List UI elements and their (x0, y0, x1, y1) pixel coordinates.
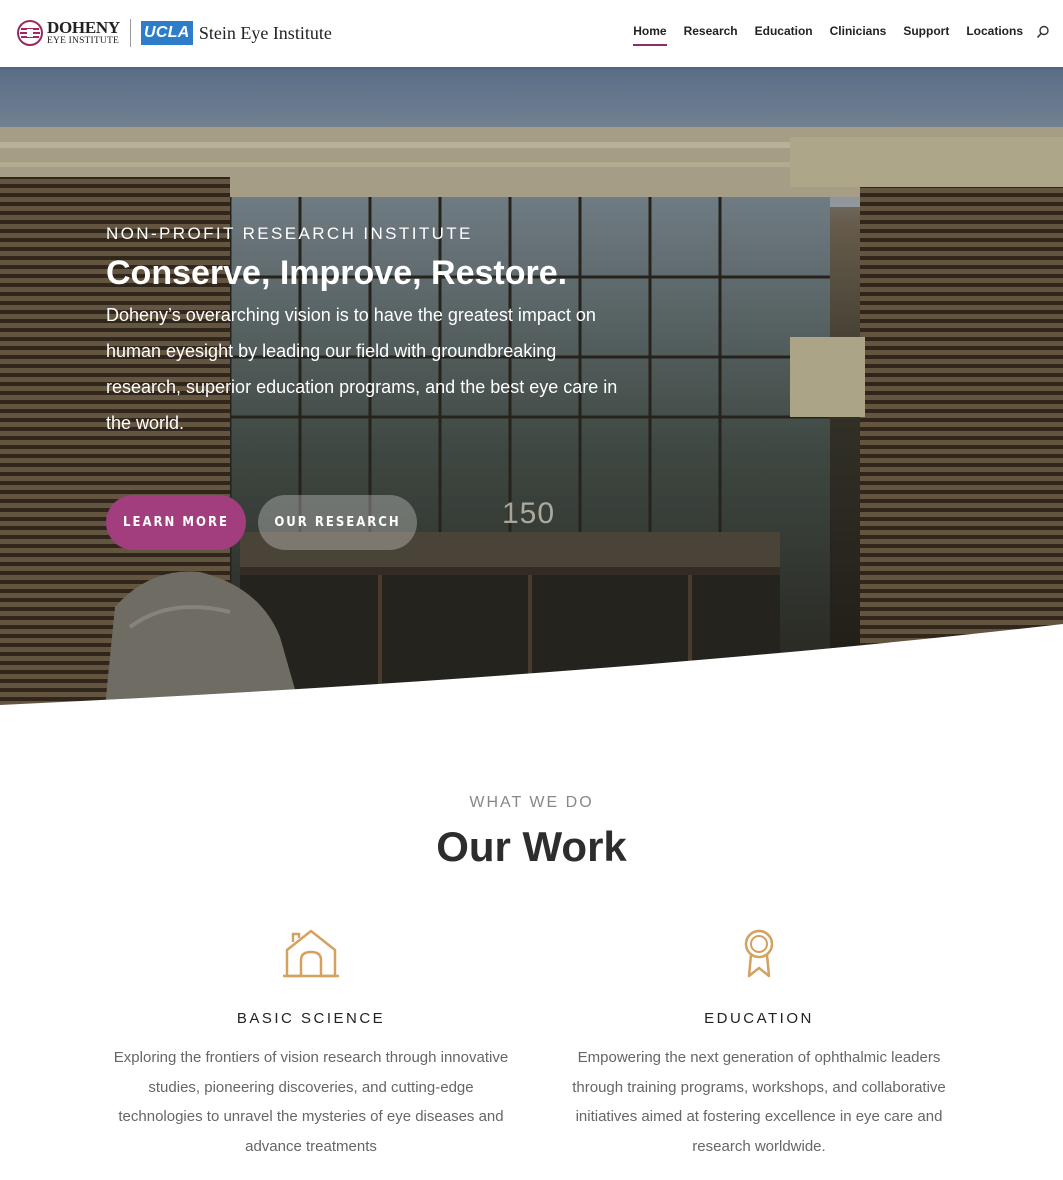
main-nav: Home Research Education Clinicians Suppo… (616, 24, 1023, 46)
stein-wordmark: Stein Eye Institute (198, 22, 332, 43)
nav-locations[interactable]: Locations (966, 24, 1023, 46)
site-header: DOHENY EYE INSTITUTE UCLA Stein Eye Inst… (0, 0, 1063, 67)
nav-clinicians[interactable]: Clinicians (830, 24, 887, 46)
card-basic-science[interactable]: BASIC SCIENCE Exploring the frontiers of… (111, 928, 511, 1161)
ucla-logo: UCLA (140, 21, 193, 45)
award-ribbon-icon (559, 928, 959, 980)
nav-support[interactable]: Support (903, 24, 949, 46)
doheny-name: DOHENY (47, 18, 120, 38)
building-number: 150 (502, 497, 556, 530)
nav-education[interactable]: Education (755, 24, 813, 46)
card-title: BASIC SCIENCE (236, 1010, 386, 1027)
section-eyebrow: WHAT WE DO (469, 794, 594, 811)
card-text: Empowering the next generation of ophtha… (572, 1049, 946, 1155)
logo[interactable]: DOHENY EYE INSTITUTE UCLA Stein Eye Inst… (17, 17, 332, 49)
doheny-logo-icon (17, 20, 43, 46)
search-icon[interactable] (1036, 25, 1050, 39)
learn-more-button[interactable]: LEARN MORE (106, 495, 246, 550)
doheny-subname: EYE INSTITUTE (47, 36, 119, 47)
our-research-button[interactable]: OUR RESEARCH (258, 495, 417, 550)
nav-research[interactable]: Research (684, 24, 738, 46)
card-text: Exploring the frontiers of vision resear… (113, 1049, 509, 1155)
house-icon (111, 928, 511, 980)
hero-content: NON-PROFIT RESEARCH INSTITUTE Conserve, … (106, 224, 646, 441)
hero-banner: NON-PROFIT RESEARCH INSTITUTE Conserve, … (0, 67, 1063, 707)
section-title: Our Work (436, 823, 627, 870)
hero-description: Doheny’s overarching vision is to have t… (106, 305, 618, 433)
logo-divider (129, 19, 131, 47)
doheny-wordmark: DOHENY EYE INSTITUTE (47, 19, 120, 47)
nav-home[interactable]: Home (633, 24, 667, 46)
card-education[interactable]: EDUCATION Empowering the next generation… (559, 928, 959, 1161)
hero-eyebrow: NON-PROFIT RESEARCH INSTITUTE (106, 224, 473, 243)
hero-title: Conserve, Improve, Restore. (106, 254, 568, 292)
card-title: EDUCATION (704, 1010, 814, 1027)
